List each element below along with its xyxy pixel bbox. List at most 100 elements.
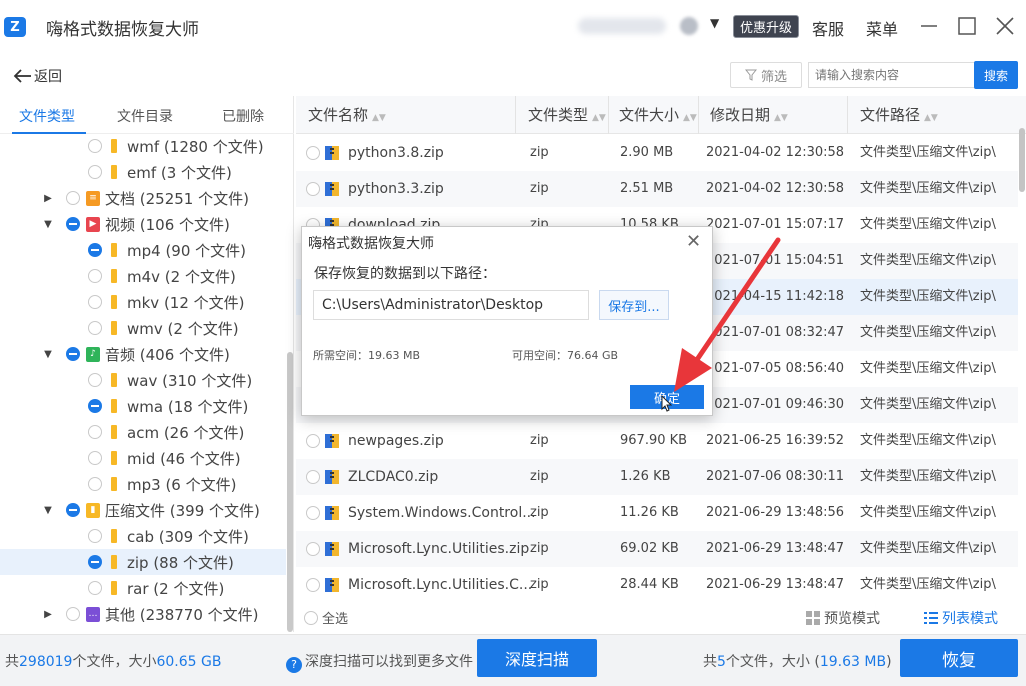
select-all-radio[interactable] — [304, 610, 318, 625]
row-checkbox[interactable] — [306, 578, 320, 592]
avatar[interactable] — [680, 17, 698, 35]
tree-checkbox[interactable] — [88, 373, 102, 387]
column-header-path[interactable]: 文件路径 ▲▼ — [860, 96, 938, 134]
column-divider[interactable] — [608, 96, 609, 134]
tree-item-audio[interactable]: ▼ ♪ 音频 (406 个文件) — [0, 341, 286, 367]
tree-checkbox[interactable] — [88, 451, 102, 465]
select-all-checkbox[interactable]: 全选 — [304, 608, 348, 627]
maximize-button[interactable] — [952, 11, 982, 41]
column-header-name[interactable]: 文件名称 ▲▼ — [308, 96, 386, 134]
collapse-icon[interactable]: ▼ — [42, 219, 54, 230]
tree-item-mp3[interactable]: mp3 (6 个文件) — [0, 471, 286, 497]
tree-checkbox[interactable] — [88, 269, 102, 283]
table-row[interactable]: newpages.zip zip 967.90 KB 2021-06-25 16:39… — [296, 423, 1018, 459]
back-button[interactable]: 返回 — [12, 66, 62, 86]
table-row[interactable]: System.Windows.Control... zip 11.26 KB 2021… — [296, 495, 1018, 531]
row-checkbox[interactable] — [306, 182, 320, 196]
table-row[interactable]: Microsoft.Lync.Utilities.C... zip 28.44 KB… — [296, 567, 1018, 603]
tree-item-archives[interactable]: ▼ ▮ 压缩文件 (399 个文件) — [0, 497, 286, 523]
collapse-icon[interactable]: ▼ — [42, 349, 54, 360]
tree-checkbox[interactable] — [88, 555, 102, 569]
expand-icon[interactable]: ▶ — [42, 193, 54, 204]
tree-item-wav[interactable]: wav (310 个文件) — [0, 367, 286, 393]
row-checkbox[interactable] — [306, 506, 320, 520]
table-row[interactable]: ZLCDAC0.zip zip 1.26 KB 2021-07-06 08:30:11… — [296, 459, 1018, 495]
tree-item-wmv[interactable]: wmv (2 个文件) — [0, 315, 286, 341]
row-checkbox[interactable] — [306, 146, 320, 160]
left-scrollbar[interactable] — [287, 352, 293, 632]
tree-checkbox[interactable] — [88, 243, 102, 257]
tree-item-m4v[interactable]: m4v (2 个文件) — [0, 263, 286, 289]
table-scrollbar[interactable] — [1019, 128, 1025, 192]
expand-icon[interactable]: ▶ — [42, 609, 54, 620]
column-header-size[interactable]: 文件大小 ▲▼ — [619, 96, 697, 134]
table-row[interactable]: python3.3.zip zip 2.51 MB 2021-04-02 12:30:… — [296, 171, 1018, 207]
tree-checkbox[interactable] — [88, 321, 102, 335]
column-header-type[interactable]: 文件类型 ▲▼ — [528, 96, 606, 134]
row-checkbox[interactable] — [306, 542, 320, 556]
tree-item-documents[interactable]: ▶ ≡ 文档 (25251 个文件) — [0, 185, 286, 211]
tree-checkbox[interactable] — [66, 607, 80, 621]
column-divider[interactable] — [698, 96, 699, 134]
deep-scan-hint[interactable]: ? 深度扫描可以找到更多文件 — [286, 651, 473, 673]
username-blurred[interactable] — [578, 18, 666, 34]
tree-item-zip[interactable]: zip (88 个文件) — [0, 549, 286, 575]
tree-item-video[interactable]: ▼ ▶ 视频 (106 个文件) — [0, 211, 286, 237]
close-button[interactable] — [990, 11, 1020, 41]
collapse-icon[interactable]: ▼ — [42, 505, 54, 516]
list-mode-button[interactable]: 列表模式 — [924, 608, 998, 628]
tree-checkbox[interactable] — [88, 295, 102, 309]
search-button[interactable]: 搜索 — [974, 61, 1018, 89]
column-header-date[interactable]: 修改日期 ▲▼ — [710, 96, 788, 134]
minimize-button[interactable] — [914, 11, 944, 41]
folder-icon — [111, 243, 117, 257]
tab-file-type[interactable]: 文件类型 — [19, 106, 75, 126]
tree-item-mid[interactable]: mid (46 个文件) — [0, 445, 286, 471]
service-button[interactable]: 客服 — [812, 16, 844, 40]
save-to-button[interactable]: 保存到... — [599, 290, 669, 320]
tree-item-wmf[interactable]: wmf (1280 个文件) — [0, 133, 286, 159]
tree-checkbox[interactable] — [88, 165, 102, 179]
tree-item-rar[interactable]: rar (2 个文件) — [0, 575, 286, 601]
file-path-cell: 文件类型\压缩文件\zip\ — [860, 325, 996, 340]
tree-item-acm[interactable]: acm (26 个文件) — [0, 419, 286, 445]
deep-scan-button[interactable]: 深度扫描 — [477, 639, 597, 677]
tree-checkbox[interactable] — [66, 503, 80, 517]
upgrade-button[interactable]: 优惠升级 — [733, 15, 799, 38]
tab-deleted[interactable]: 已删除 — [222, 106, 264, 126]
tree-checkbox[interactable] — [88, 425, 102, 439]
tree-checkbox[interactable] — [66, 347, 80, 361]
tree-item-other[interactable]: ▶ … 其他 (238770 个文件) — [0, 601, 286, 627]
preview-mode-button[interactable]: 预览模式 — [806, 608, 880, 628]
chevron-down-icon[interactable]: ▼ — [710, 16, 719, 30]
save-path-field[interactable] — [313, 290, 589, 320]
tree-item-mkv[interactable]: mkv (12 个文件) — [0, 289, 286, 315]
row-checkbox[interactable] — [306, 434, 320, 448]
tree-checkbox[interactable] — [88, 139, 102, 153]
tree-checkbox[interactable] — [88, 477, 102, 491]
filter-button[interactable]: 筛选 — [730, 62, 802, 88]
tree-item-cab[interactable]: cab (309 个文件) — [0, 523, 286, 549]
file-type-cell: zip — [530, 577, 549, 592]
tree-item-wma[interactable]: wma (18 个文件) — [0, 393, 286, 419]
recover-button[interactable]: 恢复 — [900, 639, 1018, 677]
tree-checkbox[interactable] — [66, 217, 80, 231]
tree-checkbox[interactable] — [66, 191, 80, 205]
search-input[interactable] — [808, 62, 976, 88]
file-path-cell: 文件类型\压缩文件\zip\ — [860, 217, 996, 232]
tree-checkbox[interactable] — [88, 399, 102, 413]
tree-item-emf[interactable]: emf (3 个文件) — [0, 159, 286, 185]
column-divider[interactable] — [847, 96, 848, 134]
list-mode-label: 列表模式 — [942, 611, 998, 627]
menu-button[interactable]: 菜单 — [866, 16, 898, 40]
tree-checkbox[interactable] — [88, 581, 102, 595]
table-row[interactable]: Microsoft.Lync.Utilities.zip zip 69.02 KB 2… — [296, 531, 1018, 567]
table-row[interactable]: python3.8.zip zip 2.90 MB 2021-04-02 12:30:… — [296, 135, 1018, 171]
tab-file-directory[interactable]: 文件目录 — [117, 106, 173, 126]
tree-item-mp4[interactable]: mp4 (90 个文件) — [0, 237, 286, 263]
file-name-cell: ZLCDAC0.zip — [348, 469, 439, 485]
tree-label: 其他 (238770 个文件) — [105, 605, 259, 624]
tree-checkbox[interactable] — [88, 529, 102, 543]
column-divider[interactable] — [515, 96, 516, 134]
row-checkbox[interactable] — [306, 470, 320, 484]
